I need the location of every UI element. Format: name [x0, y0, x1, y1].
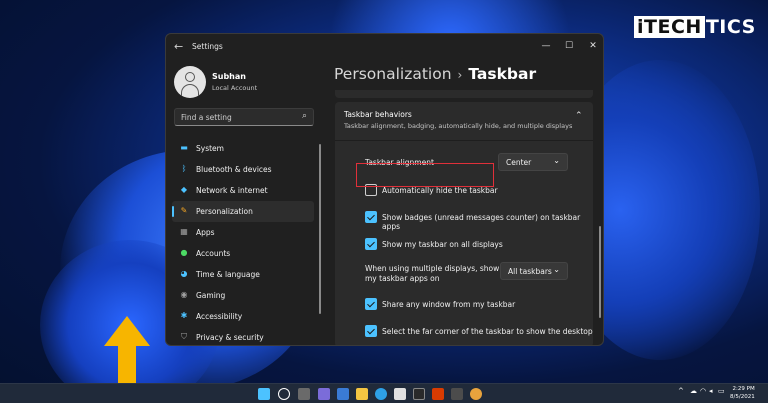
clock-date: 8/5/2021: [730, 393, 755, 400]
sidebar-item-personalization[interactable]: ✎ Personalization: [172, 201, 314, 222]
multi-display-label-line2: my taskbar apps on: [365, 274, 440, 283]
tray-chevron-icon[interactable]: ^: [678, 387, 684, 395]
avatar: [174, 66, 206, 98]
content-scrollbar[interactable]: [599, 226, 601, 318]
accessibility-icon: ✱: [180, 311, 188, 320]
user-profile[interactable]: Subhan Local Account: [174, 66, 314, 100]
back-arrow-icon[interactable]: ←: [174, 40, 183, 53]
search-icon[interactable]: [278, 388, 290, 400]
sidebar-scrollbar[interactable]: [319, 144, 321, 314]
file-explorer-icon[interactable]: [356, 388, 368, 400]
previous-card: [335, 90, 593, 98]
taskbar: ^ ☁ ◠ ◂ ▭ 2:29 PM 8/5/2021: [0, 383, 768, 403]
multi-display-dropdown[interactable]: All taskbars ⌄: [500, 262, 568, 280]
autohide-label: Automatically hide the taskbar: [382, 186, 498, 195]
window-title: Settings: [192, 42, 223, 51]
close-button[interactable]: ✕: [583, 38, 603, 54]
sidebar-item-apps[interactable]: ▦ Apps: [172, 222, 314, 243]
brush-icon: ✎: [180, 206, 188, 215]
highlight-box: [356, 163, 494, 187]
apps-icon: ▦: [180, 227, 188, 236]
speaker-icon[interactable]: ◂: [709, 387, 713, 395]
far-corner-checkbox[interactable]: [365, 325, 377, 337]
shield-icon: ⛉: [181, 332, 187, 341]
alignment-dropdown[interactable]: Center ⌄: [498, 153, 568, 171]
task-view-icon[interactable]: [298, 388, 310, 400]
search-input[interactable]: Find a setting ⌕: [174, 108, 314, 126]
breadcrumb-parent[interactable]: Personalization: [334, 65, 452, 83]
title-bar: ← Settings — ☐ ✕: [166, 34, 603, 60]
battery-icon[interactable]: ▭: [718, 387, 725, 395]
group-title[interactable]: Taskbar behaviors: [344, 110, 412, 119]
globe-clock-icon: ◕: [180, 269, 188, 278]
share-window-checkbox[interactable]: [365, 298, 377, 310]
search-icon: ⌕: [301, 111, 307, 121]
chrome-icon[interactable]: [470, 388, 482, 400]
start-icon[interactable]: [258, 388, 270, 400]
person-icon: ●: [180, 248, 188, 257]
sidebar-item-system[interactable]: ▬ System: [172, 138, 314, 159]
monitor-icon: ▬: [180, 143, 188, 152]
onedrive-icon[interactable]: ☁: [690, 387, 697, 395]
breadcrumb: Personalization › Taskbar: [334, 65, 536, 83]
page-title: Taskbar: [468, 65, 537, 83]
sidebar-item-privacy[interactable]: ⛉ Privacy & security: [172, 327, 314, 345]
multi-display-label-line1: When using multiple displays, show: [365, 264, 500, 273]
badges-label: Show badges (unread messages counter) on…: [382, 213, 581, 231]
minimize-button[interactable]: —: [536, 38, 556, 54]
settings-content: Taskbar behaviors Taskbar alignment, bad…: [335, 90, 593, 345]
chevron-down-icon: ⌄: [553, 156, 560, 165]
taskbar-behaviors-group: Taskbar behaviors Taskbar alignment, bad…: [335, 102, 593, 345]
share-window-label: Share any window from my taskbar: [382, 300, 516, 309]
breadcrumb-separator: ›: [457, 68, 463, 82]
group-subtitle: Taskbar alignment, badging, automaticall…: [344, 122, 573, 130]
clock-time: 2:29 PM: [732, 386, 755, 392]
all-displays-label: Show my taskbar on all displays: [382, 240, 503, 249]
maximize-button[interactable]: ☐: [559, 38, 579, 54]
chevron-down-icon: ⌄: [553, 265, 560, 274]
sidebar-item-network[interactable]: ◆ Network & internet: [172, 180, 314, 201]
selection-indicator: [172, 206, 174, 217]
sidebar-nav: ▬ System ᛒ Bluetooth & devices ◆ Network…: [172, 138, 314, 345]
office-icon[interactable]: [432, 388, 444, 400]
chat-icon[interactable]: [337, 388, 349, 400]
edge-icon[interactable]: [375, 388, 387, 400]
search-placeholder: Find a setting: [181, 113, 232, 122]
settings-window: ← Settings — ☐ ✕ Subhan Local Account Fi…: [165, 33, 604, 346]
gamepad-icon: ◉: [180, 290, 188, 299]
all-displays-checkbox[interactable]: [365, 238, 377, 250]
divider: [335, 140, 593, 141]
bluetooth-icon: ᛒ: [181, 164, 187, 173]
badges-checkbox[interactable]: [365, 211, 377, 223]
watermark-logo: iTECH TICS: [634, 14, 756, 40]
settings-app-icon[interactable]: [451, 388, 463, 400]
store-icon[interactable]: [394, 388, 406, 400]
sidebar-item-accounts[interactable]: ● Accounts: [172, 243, 314, 264]
chevron-up-icon[interactable]: ⌃: [575, 111, 583, 121]
user-name: Subhan: [212, 72, 246, 81]
far-corner-label: Select the far corner of the taskbar to …: [382, 327, 593, 336]
widgets-icon[interactable]: [318, 388, 330, 400]
sidebar-item-bluetooth[interactable]: ᛒ Bluetooth & devices: [172, 159, 314, 180]
account-type: Local Account: [212, 84, 258, 92]
sidebar-item-accessibility[interactable]: ✱ Accessibility: [172, 306, 314, 327]
sidebar-item-gaming[interactable]: ◉ Gaming: [172, 285, 314, 306]
wifi-icon[interactable]: ◠: [700, 387, 706, 395]
clock[interactable]: 2:29 PM 8/5/2021: [730, 386, 755, 401]
dell-icon[interactable]: [413, 388, 425, 400]
sidebar-item-time-language[interactable]: ◕ Time & language: [172, 264, 314, 285]
wifi-icon: ◆: [180, 185, 188, 194]
